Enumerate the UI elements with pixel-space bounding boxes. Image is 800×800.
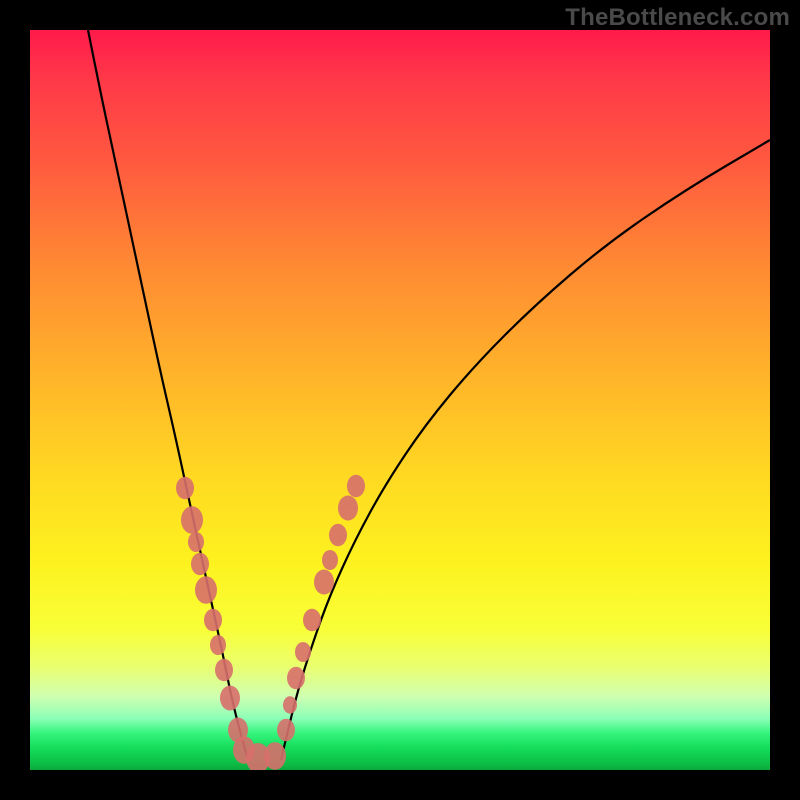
scatter-dot bbox=[277, 719, 295, 742]
scatter-dot bbox=[204, 609, 222, 632]
plot-area bbox=[30, 30, 770, 770]
scatter-dot bbox=[322, 550, 338, 570]
scatter-dot bbox=[188, 532, 204, 552]
scatter-dot bbox=[210, 635, 226, 655]
scatter-dot bbox=[181, 506, 203, 534]
scatter-dot bbox=[347, 475, 365, 498]
scatter-dot bbox=[303, 609, 321, 632]
scatter-dot bbox=[264, 742, 286, 770]
scatter-dot bbox=[176, 477, 194, 500]
scatter-dot bbox=[283, 696, 297, 714]
watermark-text: TheBottleneck.com bbox=[565, 4, 790, 32]
chart-frame: TheBottleneck.com bbox=[0, 0, 800, 800]
scatter-dot bbox=[195, 576, 217, 604]
scatter-markers bbox=[176, 475, 365, 770]
scatter-dot bbox=[191, 553, 209, 576]
chart-svg bbox=[30, 30, 770, 770]
scatter-dot bbox=[314, 570, 334, 595]
scatter-dot bbox=[329, 524, 347, 547]
right-curve bbox=[281, 140, 770, 760]
scatter-dot bbox=[220, 686, 240, 711]
scatter-dot bbox=[287, 667, 305, 690]
scatter-dot bbox=[215, 659, 233, 682]
scatter-dot bbox=[338, 496, 358, 521]
scatter-dot bbox=[295, 642, 311, 662]
